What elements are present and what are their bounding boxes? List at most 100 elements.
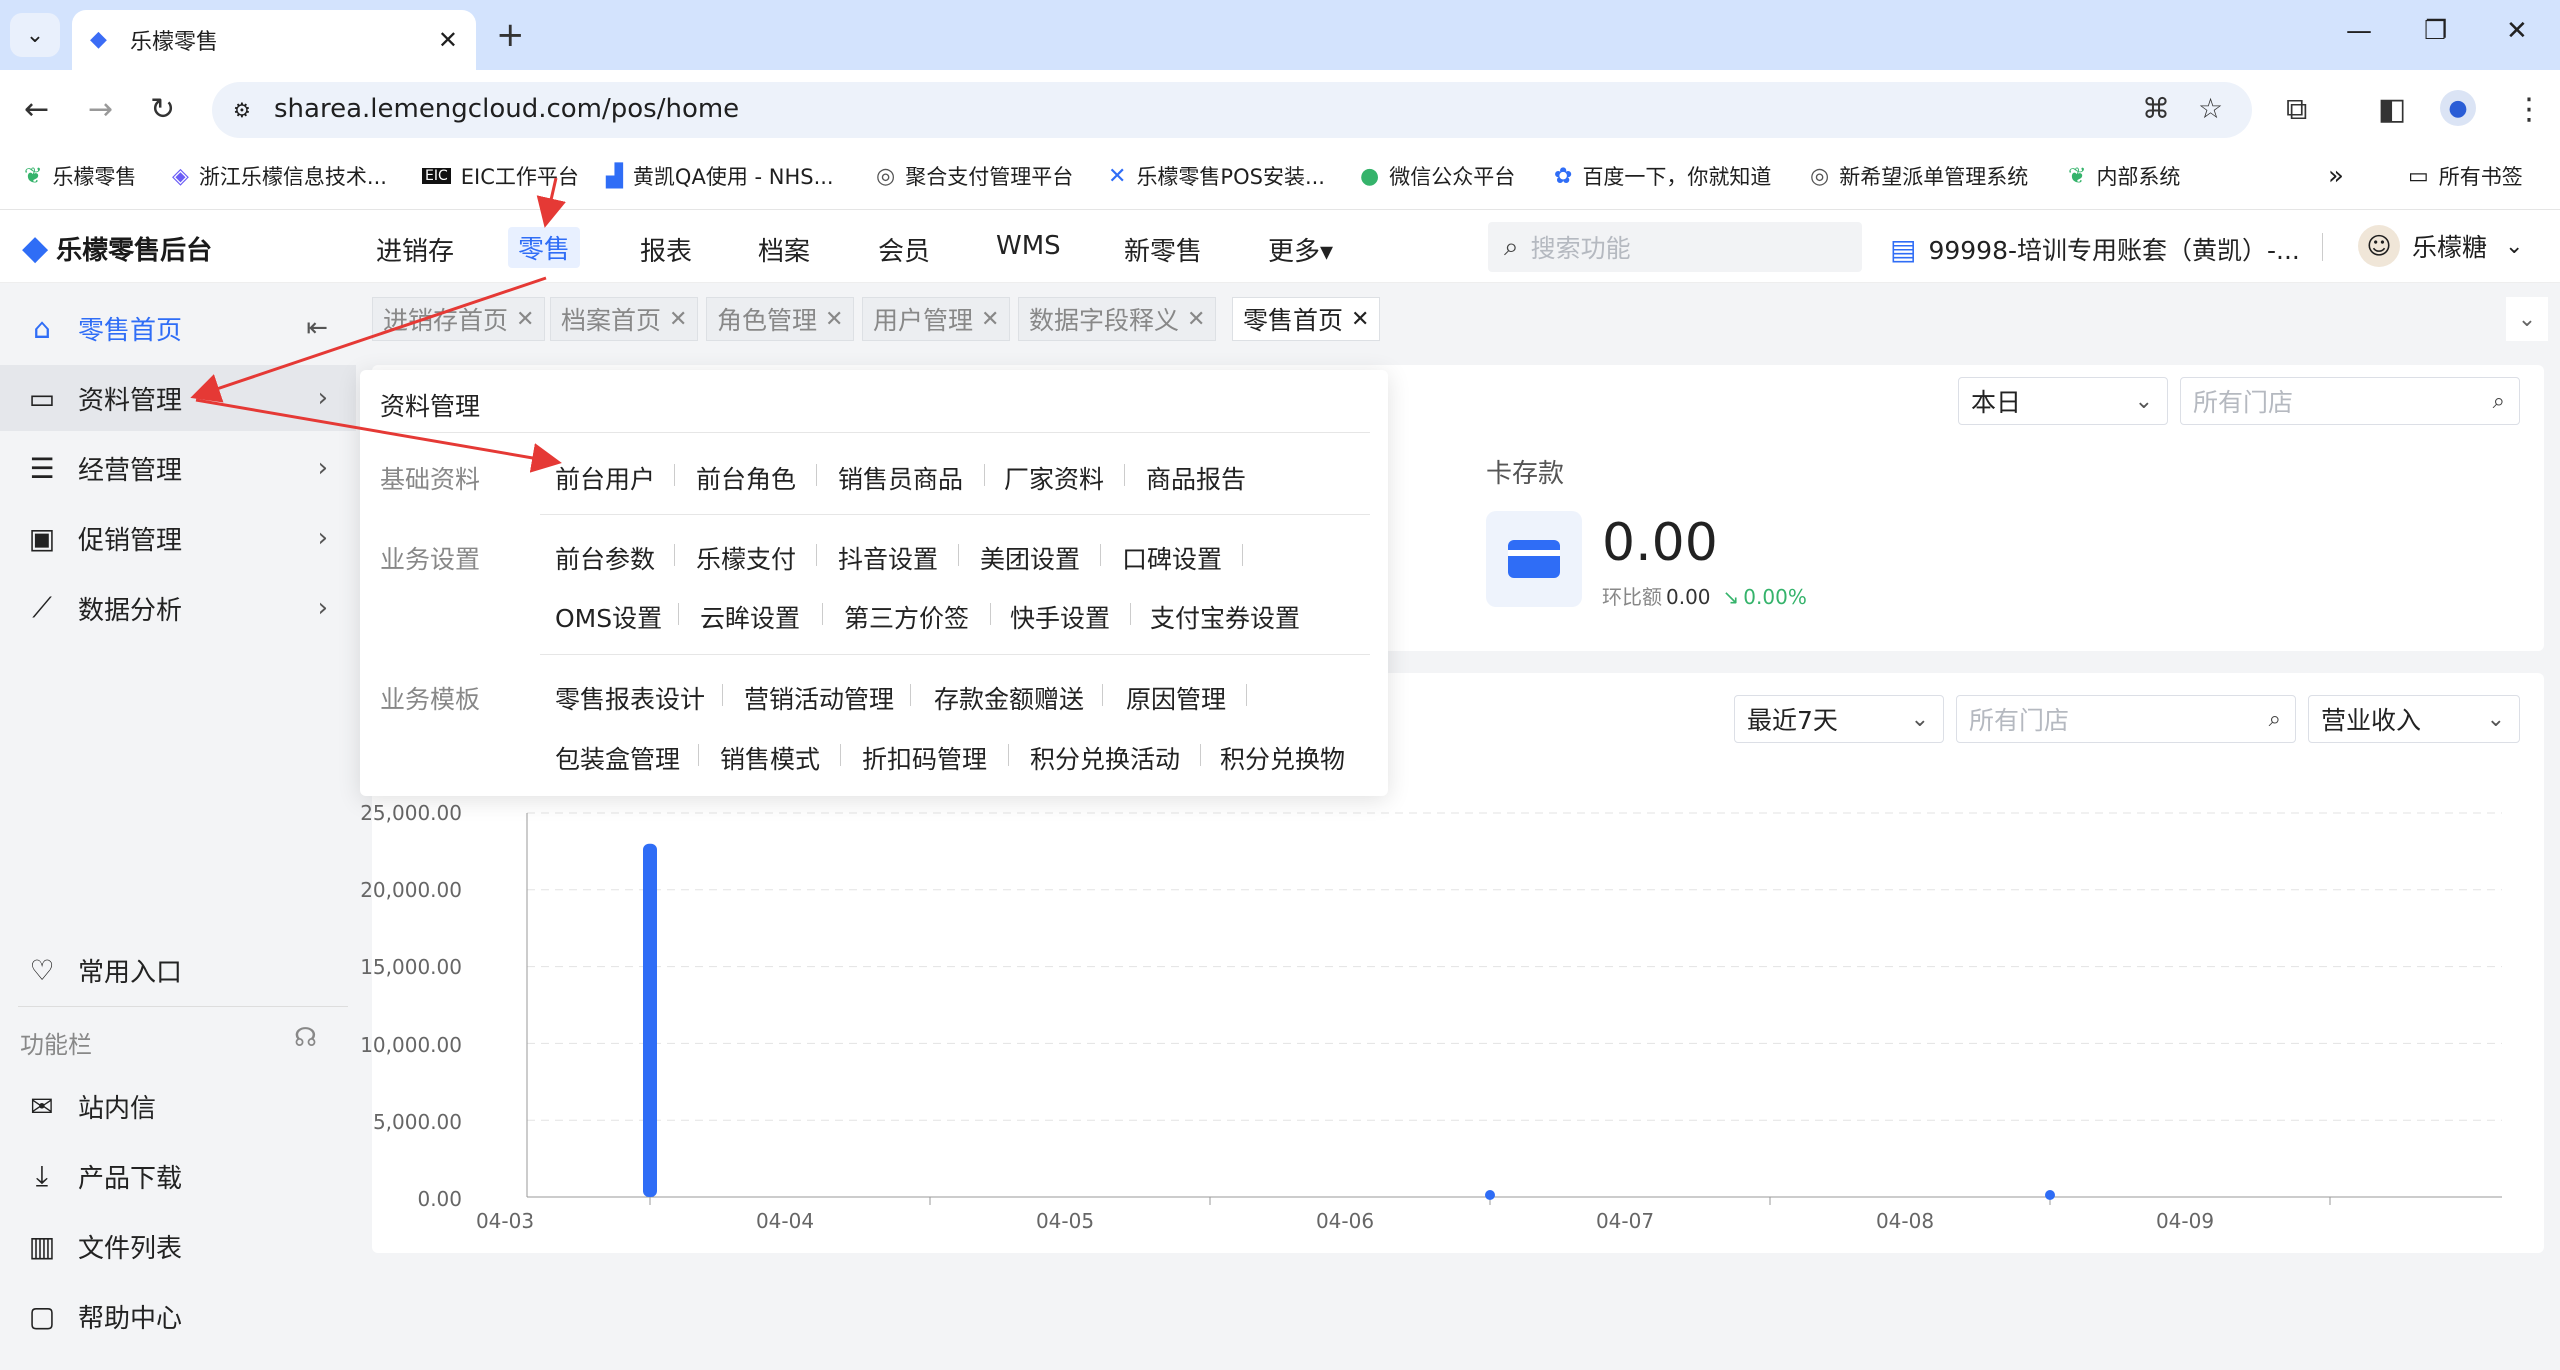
collapse-sidebar-icon[interactable]: ⇤	[306, 313, 328, 343]
link-discount-code[interactable]: 折扣码管理	[862, 740, 987, 776]
sidebar-item-file-list[interactable]: ▥ 文件列表	[0, 1213, 356, 1279]
bar-04-08[interactable]	[2045, 1190, 2055, 1200]
search-icon: ⌕	[1504, 231, 1519, 262]
page-tab[interactable]: 进销存首页 ✕	[372, 297, 546, 341]
nav-archive[interactable]: 档案	[758, 231, 810, 268]
account-book-icon: ▤	[1890, 232, 1917, 266]
link-oms-settings[interactable]: OMS设置	[555, 599, 662, 635]
bookmark-item[interactable]: ✿ 百度一下，你就知道	[1554, 162, 1771, 190]
browser-tab[interactable]: ◆ 乐檬零售 ✕	[72, 10, 476, 70]
close-icon[interactable]: ✕	[825, 307, 843, 332]
sidebar-item-retail-home[interactable]: ⌂ 零售首页 ⇤	[0, 295, 356, 361]
profile-avatar-icon[interactable]: ●	[2440, 90, 2476, 126]
sidebar-item-data-analysis[interactable]: ⟋ 数据分析 ›	[0, 575, 356, 641]
url-text[interactable]: sharea.lemengcloud.com/pos/home	[274, 94, 739, 124]
link-retail-report-design[interactable]: 零售报表设计	[555, 680, 705, 716]
account-switcher[interactable]: ▤ 99998-培训专用账套（黄凯）-...	[1890, 231, 2300, 267]
bookmark-item[interactable]: ❦ 内部系统	[2068, 162, 2180, 190]
restore-icon[interactable]: ❐	[2424, 16, 2447, 46]
close-icon[interactable]: ✕	[1351, 307, 1369, 332]
link-marketing-activity[interactable]: 营销活动管理	[744, 680, 894, 716]
nav-more[interactable]: 更多▾	[1268, 231, 1333, 268]
link-goods-report[interactable]: 商品报告	[1146, 460, 1246, 496]
link-alipay-coupon-settings[interactable]: 支付宝券设置	[1150, 599, 1300, 635]
extensions-icon[interactable]: ⧉	[2286, 92, 2307, 127]
nav-member[interactable]: 会员	[878, 231, 930, 268]
close-icon[interactable]: ✕	[516, 307, 534, 332]
link-yunmou-settings[interactable]: 云眸设置	[700, 599, 800, 635]
link-vendor-info[interactable]: 厂家资料	[1004, 460, 1104, 496]
function-search-input[interactable]: ⌕ 搜索功能	[1488, 222, 1862, 272]
forward-arrow-icon[interactable]: →	[88, 92, 113, 127]
sidebar-item-help[interactable]: ▢ 帮助中心	[0, 1283, 356, 1349]
tabs-more-chevron-icon[interactable]: ⌄	[2506, 297, 2548, 341]
all-bookmarks[interactable]: ▭ 所有书签	[2408, 162, 2523, 190]
link-deposit-bonus[interactable]: 存款金额赠送	[934, 680, 1084, 716]
link-frontend-user[interactable]: 前台用户	[555, 460, 655, 496]
link-frontend-role[interactable]: 前台角色	[696, 460, 796, 496]
nav-retail[interactable]: 零售	[508, 227, 581, 268]
new-tab-plus-icon[interactable]: +	[496, 15, 525, 55]
link-kuaishou-settings[interactable]: 快手设置	[1010, 599, 1110, 635]
page-tab[interactable]: 角色管理 ✕	[706, 297, 855, 341]
page-tab[interactable]: 用户管理 ✕	[862, 297, 1011, 341]
translate-icon[interactable]: ⌘	[2142, 92, 2170, 125]
link-douyin-settings[interactable]: 抖音设置	[838, 540, 938, 576]
brand[interactable]: ◆ 乐檬零售后台	[22, 228, 212, 268]
link-sales-mode[interactable]: 销售模式	[720, 740, 820, 776]
window-close-icon[interactable]: ✕	[2506, 16, 2528, 46]
close-tab-icon[interactable]: ✕	[438, 26, 458, 54]
sidebar-item-promotions[interactable]: ▣ 促销管理 ›	[0, 505, 356, 571]
nav-inventory[interactable]: 进销存	[376, 231, 454, 268]
bookmark-item[interactable]: EIC EIC工作平台	[422, 162, 579, 190]
link-frontend-params[interactable]: 前台参数	[555, 540, 655, 576]
bookmark-item[interactable]: ◈ 浙江乐檬信息技术...	[172, 162, 387, 190]
sidebar-item-operations[interactable]: ☰ 经营管理 ›	[0, 435, 356, 501]
tab-search-chevron-icon[interactable]: ⌄	[10, 13, 60, 57]
page-tab-active[interactable]: 零售首页 ✕	[1232, 297, 1381, 341]
minimize-icon[interactable]: —	[2346, 16, 2372, 46]
link-salesperson-goods[interactable]: 销售员商品	[838, 460, 963, 496]
link-reason-management[interactable]: 原因管理	[1126, 680, 1226, 716]
bar-04-06[interactable]	[1485, 1190, 1495, 1200]
link-points-exchange-activity[interactable]: 积分兑换活动	[1030, 740, 1180, 776]
bookmark-item[interactable]: ❦ 乐檬零售	[24, 162, 136, 190]
star-icon[interactable]: ☆	[2198, 92, 2223, 125]
link-meituan-settings[interactable]: 美团设置	[980, 540, 1080, 576]
nav-reports[interactable]: 报表	[640, 231, 692, 268]
back-arrow-icon[interactable]: ←	[24, 92, 49, 127]
link-lemeng-pay[interactable]: 乐檬支付	[696, 540, 796, 576]
x-tick-label: 04-03	[475, 1209, 535, 1233]
bookmarks-overflow-icon[interactable]: »	[2328, 161, 2344, 191]
bookmark-item[interactable]: ◎ 聚合支付管理平台	[876, 162, 1073, 190]
more-vert-icon[interactable]: ⋮	[2514, 92, 2544, 127]
page-tab[interactable]: 数据字段释义 ✕	[1018, 297, 1217, 341]
side-panel-icon[interactable]: ◧	[2378, 92, 2406, 127]
close-icon[interactable]: ✕	[1187, 307, 1205, 332]
bookmark-item[interactable]: ● 微信公众平台	[1360, 162, 1515, 190]
nav-new-retail[interactable]: 新零售	[1124, 231, 1202, 268]
site-info-icon[interactable]: ⚙	[226, 94, 258, 126]
omnibox[interactable]: ⚙ sharea.lemengcloud.com/pos/home ⌘ ☆	[212, 82, 2252, 138]
link-koubei-settings[interactable]: 口碑设置	[1122, 540, 1222, 576]
user-menu[interactable]: ☺ 乐檬糖 ⌄	[2358, 225, 2523, 267]
link-packaging-box[interactable]: 包装盒管理	[555, 740, 680, 776]
bookmark-item[interactable]: ✕ 乐檬零售POS安装...	[1108, 162, 1325, 190]
summary-store-select[interactable]: 所有门店 ⌕	[2180, 377, 2520, 425]
sidebar-item-data-management[interactable]: ▭ 资料管理 ›	[0, 365, 356, 431]
link-divider	[1130, 603, 1131, 625]
bookmark-item[interactable]: ◎ 新希望派单管理系统	[1810, 162, 2028, 190]
link-divider	[984, 464, 985, 486]
nav-wms[interactable]: WMS	[996, 231, 1061, 261]
link-points-exchange-item[interactable]: 积分兑换物	[1220, 740, 1345, 776]
close-icon[interactable]: ✕	[981, 307, 999, 332]
close-icon[interactable]: ✕	[669, 307, 687, 332]
chevron-right-icon: ›	[317, 383, 328, 413]
summary-period-select[interactable]: 本日 ⌄	[1958, 377, 2168, 425]
bookmark-item[interactable]: ▟ 黄凯QA使用 - NHS...	[606, 162, 834, 190]
bar-04-03[interactable]	[643, 843, 657, 1197]
link-third-party-label[interactable]: 第三方价签	[844, 599, 969, 635]
brand-name: 乐檬零售后台	[56, 235, 213, 266]
page-tab[interactable]: 档案首页 ✕	[550, 297, 699, 341]
reload-icon[interactable]: ↻	[150, 92, 175, 127]
